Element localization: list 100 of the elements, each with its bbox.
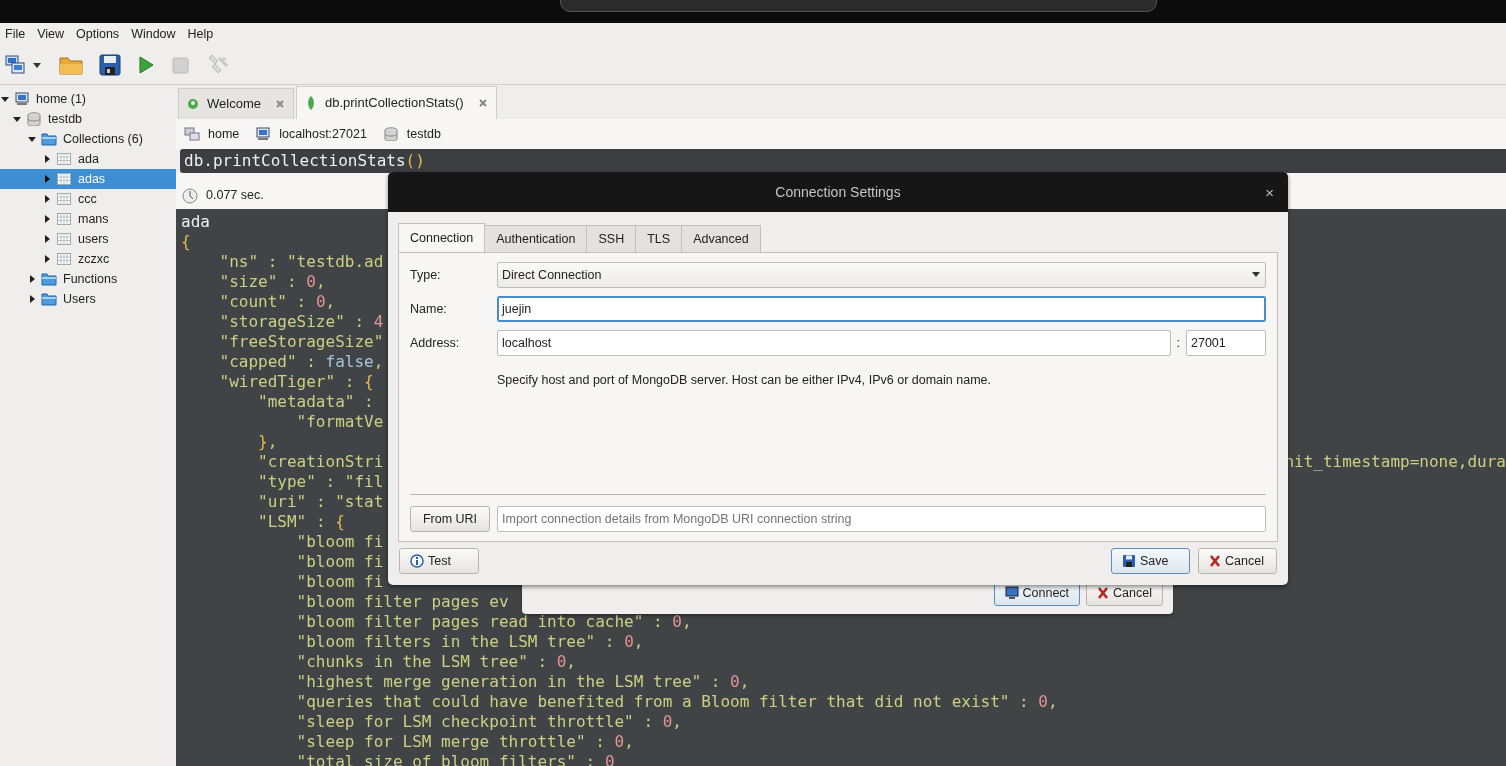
tree-label: home (1) — [36, 90, 87, 108]
cross-icon — [1209, 554, 1221, 568]
cancel-button[interactable]: Cancel — [1198, 548, 1277, 574]
folder-icon — [41, 292, 57, 306]
code-line: "creationStri — [257, 452, 384, 472]
code-line: "bloom filter pages ev — [295, 592, 509, 612]
code-line: "count" : 0, — [218, 292, 336, 312]
code-line: { — [181, 232, 191, 252]
settings-tab[interactable]: Connection — [398, 223, 486, 252]
close-icon — [477, 98, 488, 108]
tree-label: testdb — [48, 110, 83, 128]
code-line: "sleep for LSM merge throttle" : 0, — [295, 732, 634, 752]
tree-item[interactable]: adas — [0, 169, 176, 189]
tree-label: Collections (6) — [63, 130, 143, 148]
info-icon — [410, 554, 424, 568]
table-icon — [56, 232, 72, 246]
tree-item[interactable]: ccc — [0, 189, 176, 209]
computer-icon — [255, 127, 272, 141]
tree-label: ccc — [78, 190, 97, 208]
editor-tab[interactable]: db.printCollectionStats() — [295, 86, 497, 119]
code-line: "highest merge generation in the LSM tree" : 0, — [295, 672, 750, 692]
table-icon — [56, 152, 72, 166]
code-line: "sleep for LSM checkpoint throttle" : 0, — [295, 712, 682, 732]
settings-tab[interactable]: TLS — [635, 225, 683, 252]
code-line: "formatVe — [295, 412, 384, 432]
code-line: "bloom filters in the LSM tree" : 0, — [295, 632, 644, 652]
code-line: "bloom filter pages read into cache" : 0, — [295, 612, 692, 632]
breadcrumb-label: testdb — [406, 125, 441, 143]
breadcrumb-label: localhost:27021 — [279, 125, 367, 143]
code-line: "freeStorageSize" — [218, 332, 384, 352]
database-icon — [26, 112, 42, 126]
help-text: Specify host and port of MongoDB server. Host can be either IPv4, IPv6 or domain name. — [496, 372, 992, 389]
code-line: nit_timestamp=none,dura — [1284, 452, 1506, 472]
tree-item[interactable]: Users — [0, 289, 176, 309]
test-button[interactable]: Test — [399, 548, 479, 574]
code-line: "type" : "fil — [257, 472, 384, 492]
database-icon — [382, 127, 399, 141]
tree-label: Functions — [63, 270, 118, 288]
tree-item[interactable]: home (1) — [0, 89, 176, 109]
table-icon — [56, 252, 72, 266]
table-icon — [56, 192, 72, 206]
uri-field[interactable]: Import connection details from MongoDB URI connection string — [497, 506, 1266, 532]
tree-item[interactable]: Functions — [0, 269, 176, 289]
tree-label: zczxc — [78, 250, 110, 268]
name-field[interactable]: juejin — [497, 296, 1266, 322]
folder-icon — [41, 272, 57, 286]
leaf-icon — [187, 96, 199, 112]
query-editor[interactable]: db.printCollectionStats() — [180, 149, 1506, 173]
menu-item[interactable]: Help — [186, 24, 221, 44]
elapsed-time: 0.077 sec. — [206, 187, 264, 205]
code-line: "storageSize" : 4 — [218, 312, 384, 332]
close-icon — [274, 99, 285, 109]
code-line: "ns" : "testdb.ad — [218, 252, 384, 272]
menu-item[interactable]: Window — [130, 24, 183, 44]
settings-tab[interactable]: Advanced — [681, 225, 761, 252]
code-line: ada — [181, 212, 210, 232]
table-icon — [56, 212, 72, 226]
from-uri-button[interactable]: From URI — [410, 506, 490, 532]
tree-item[interactable]: testdb — [0, 109, 176, 129]
tree-item[interactable]: zczxc — [0, 249, 176, 269]
tree-label: mans — [78, 210, 109, 228]
tree-label: adas — [78, 170, 106, 188]
tree-label: users — [78, 230, 109, 248]
computers-icon — [184, 127, 200, 141]
code-line: "size" : 0, — [218, 272, 326, 292]
menu-item[interactable]: Options — [75, 24, 127, 44]
settings-tab[interactable]: Authentication — [484, 225, 588, 252]
host-field[interactable]: localhost — [497, 330, 1171, 356]
tree-label: ada — [78, 150, 99, 168]
connect-icon — [4, 52, 44, 77]
menu-item[interactable]: File — [4, 24, 33, 44]
tree-item[interactable]: users — [0, 229, 176, 249]
code-line: "LSM" : { — [257, 512, 345, 532]
clock-icon — [182, 187, 198, 204]
tree-item[interactable]: Collections (6) — [0, 129, 176, 149]
code-line: "uri" : "stat — [257, 492, 384, 512]
field-label: Address: — [410, 334, 461, 352]
code-line: "wiredTiger" : { — [218, 372, 374, 392]
code-line: }, — [257, 432, 278, 452]
tree-label: Users — [63, 290, 96, 308]
port-field[interactable]: 27001 — [1186, 330, 1266, 356]
dialog-title: Connection Settings — [775, 182, 901, 202]
close-button[interactable]: × — [1265, 182, 1274, 205]
code-line: "bloom fi — [295, 532, 384, 552]
field-label: Name: — [410, 300, 448, 318]
save-button[interactable]: Save — [1111, 548, 1190, 574]
editor-tab[interactable]: Welcome — [178, 88, 294, 119]
tree-item[interactable]: ada — [0, 149, 176, 169]
type-dropdown[interactable]: Direct Connection — [497, 262, 1266, 288]
table-icon — [56, 172, 72, 186]
code-line: "capped" : false, — [218, 352, 384, 372]
settings-tab[interactable]: SSH — [586, 225, 637, 252]
code-line: "queries that could have benefited from a Bloom filter that did not exist" : 0, — [295, 692, 1058, 712]
field-label: Type: — [410, 266, 442, 284]
monitor-icon — [1004, 586, 1019, 600]
code-line: "bloom fi — [295, 552, 384, 572]
menu-item[interactable]: View — [36, 24, 72, 44]
separator-label: : — [1176, 334, 1180, 352]
tree-item[interactable]: mans — [0, 209, 176, 229]
code-line: "metadata" : — [257, 392, 374, 412]
